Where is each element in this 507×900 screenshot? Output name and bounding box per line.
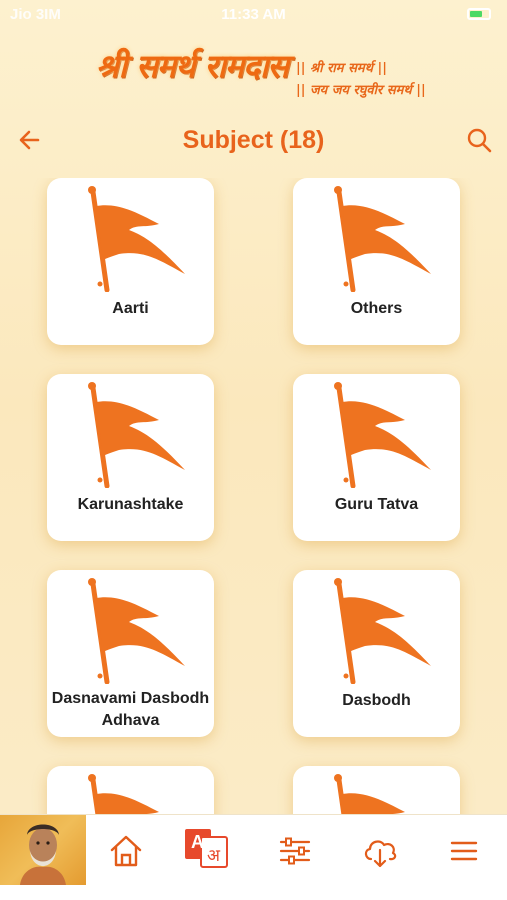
subject-card[interactable]: Dasnavami Dasbodh Adhava bbox=[47, 570, 214, 737]
translate-glyph-deva: अ bbox=[207, 846, 220, 866]
search-icon bbox=[467, 128, 492, 153]
brand-title: श्री समर्थ रामदास bbox=[96, 47, 289, 85]
subject-label: Karunashtake bbox=[77, 496, 184, 513]
flag-icon bbox=[334, 774, 405, 814]
translate-glyph-latin: A bbox=[191, 832, 204, 852]
avatar[interactable] bbox=[0, 815, 86, 885]
filter-sliders-icon bbox=[279, 837, 311, 865]
top-bar: Subject (18) bbox=[0, 118, 507, 164]
status-time: 11:33 AM bbox=[221, 6, 286, 23]
subject-label: Aarti bbox=[112, 300, 149, 317]
subject-card[interactable]: Others bbox=[293, 178, 460, 345]
subject-card[interactable] bbox=[47, 766, 214, 814]
battery-icon bbox=[467, 8, 491, 20]
search-button[interactable] bbox=[465, 126, 493, 154]
brand-tagline-1: || श्री राम समर्थ || bbox=[296, 61, 387, 76]
translate-button[interactable]: A अ bbox=[183, 825, 229, 871]
brand-tagline-2: || जय जय रघुवीर समर्थ || bbox=[296, 83, 426, 98]
subject-card[interactable]: Dasbodh bbox=[293, 570, 460, 737]
download-cloud-icon bbox=[364, 840, 397, 868]
flag-icon bbox=[88, 774, 159, 814]
subject-card[interactable]: Aarti bbox=[47, 178, 214, 345]
translate-icon bbox=[185, 829, 228, 868]
subject-label: Dasbodh bbox=[342, 692, 411, 709]
flag-icon bbox=[88, 186, 185, 292]
page-title: Subject (18) bbox=[182, 126, 325, 154]
subject-card[interactable]: Karunashtake bbox=[47, 374, 214, 541]
flag-icon bbox=[88, 578, 185, 684]
subject-label: Dasnavami Dasbodh Adhava bbox=[51, 690, 210, 729]
subject-card[interactable]: Guru Tatva bbox=[293, 374, 460, 541]
subject-grid: Aarti Others Karunashtake Guru Tatva Das… bbox=[0, 178, 507, 814]
saint-portrait-icon bbox=[20, 824, 66, 885]
filter-button[interactable] bbox=[275, 831, 315, 871]
flag-icon bbox=[334, 578, 431, 684]
flag-icon bbox=[88, 382, 185, 488]
download-button[interactable] bbox=[360, 831, 400, 871]
subject-label: Others bbox=[350, 300, 403, 317]
subject-label: Guru Tatva bbox=[334, 496, 419, 513]
flag-icon bbox=[334, 382, 431, 488]
bottom-nav: A अ bbox=[0, 814, 507, 900]
menu-icon bbox=[450, 841, 478, 861]
status-bar: Jio 3IM 11:33 AM bbox=[0, 0, 507, 30]
subject-card[interactable] bbox=[293, 766, 460, 814]
home-icon bbox=[110, 835, 142, 867]
home-button[interactable] bbox=[106, 831, 146, 871]
menu-button[interactable] bbox=[444, 831, 484, 871]
flag-icon bbox=[334, 186, 431, 292]
brand-header: श्री समर्थ रामदास || श्री राम समर्थ || |… bbox=[0, 38, 507, 108]
